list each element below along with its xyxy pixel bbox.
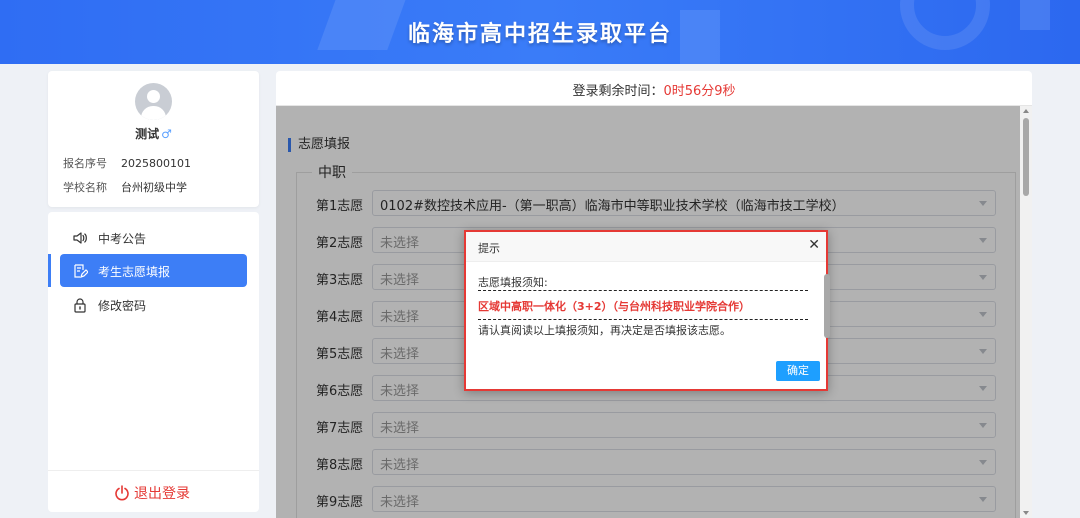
sidebar-item-password[interactable]: 修改密码 <box>60 288 247 321</box>
edit-form-icon <box>74 264 88 278</box>
app-header: 临海市高中招生录取平台 <box>0 0 1080 64</box>
scroll-down-icon <box>1023 511 1029 515</box>
profile-row-regno: 报名序号 2025800101 <box>63 155 191 171</box>
profile-row-key: 报名序号 <box>63 157 107 170</box>
active-indicator <box>48 254 51 287</box>
logout-label: 退出登录 <box>134 486 190 502</box>
sidebar-item-announcement[interactable]: 中考公告 <box>60 221 247 254</box>
sidebar-item-label: 考生志愿填报 <box>98 265 171 279</box>
sidebar-item-label: 修改密码 <box>98 299 147 313</box>
notice-highlight: 区域中高职一体化（3+2）（与台州科技职业学院合作） <box>478 298 808 320</box>
dialog-scroll-thumb[interactable] <box>824 274 830 338</box>
page-scrollbar[interactable] <box>1020 106 1032 518</box>
profile-row-school: 学校名称 台州初级中学 <box>63 179 187 195</box>
timer-label: 登录剩余时间： <box>572 84 664 99</box>
speaker-icon <box>73 232 87 244</box>
confirm-button[interactable]: 确定 <box>776 361 820 381</box>
dialog-header: 提示 ✕ <box>466 232 826 262</box>
logout-content: 退出登录 <box>114 483 190 503</box>
sidebar-nav: 中考公告 考生志愿填报 修改密码 退出登录 <box>48 212 259 512</box>
avatar <box>135 83 172 120</box>
sidebar-item-label: 中考公告 <box>98 232 147 246</box>
timer-value: 0时56分9秒 <box>663 84 736 99</box>
scroll-up-icon <box>1023 109 1029 113</box>
close-icon[interactable]: ✕ <box>808 237 820 253</box>
profile-name: 测试 ♂ <box>48 125 259 142</box>
dialog-title: 提示 <box>478 242 500 255</box>
lock-icon <box>74 298 86 313</box>
notice-heading: 志愿填报须知: <box>478 274 808 291</box>
session-timer: 登录剩余时间：0时56分9秒 <box>276 71 1032 106</box>
profile-row-value: 台州初级中学 <box>121 181 187 194</box>
profile-row-key: 学校名称 <box>63 181 107 194</box>
notice-text: 请认真阅读以上填报须知，再决定是否填报该志愿。 <box>478 324 731 337</box>
profile-card: 测试 ♂ 报名序号 2025800101 学校名称 台州初级中学 <box>48 71 259 207</box>
sidebar-item-application[interactable]: 考生志愿填报 <box>60 254 247 287</box>
avatar-body <box>141 106 166 120</box>
scroll-thumb[interactable] <box>1023 118 1029 196</box>
dialog-scrollbar[interactable] <box>824 268 831 344</box>
profile-name-text: 测试 <box>135 127 160 141</box>
notice-dialog: 提示 ✕ 志愿填报须知: 区域中高职一体化（3+2）（与台州科技职业学院合作） … <box>464 230 831 391</box>
app-title: 临海市高中招生录取平台 <box>407 22 672 47</box>
profile-row-value: 2025800101 <box>121 157 191 170</box>
logout-button[interactable]: 退出登录 <box>48 470 259 512</box>
avatar-head <box>147 90 160 103</box>
power-icon <box>115 485 129 501</box>
male-gender-icon: ♂ <box>161 127 172 141</box>
